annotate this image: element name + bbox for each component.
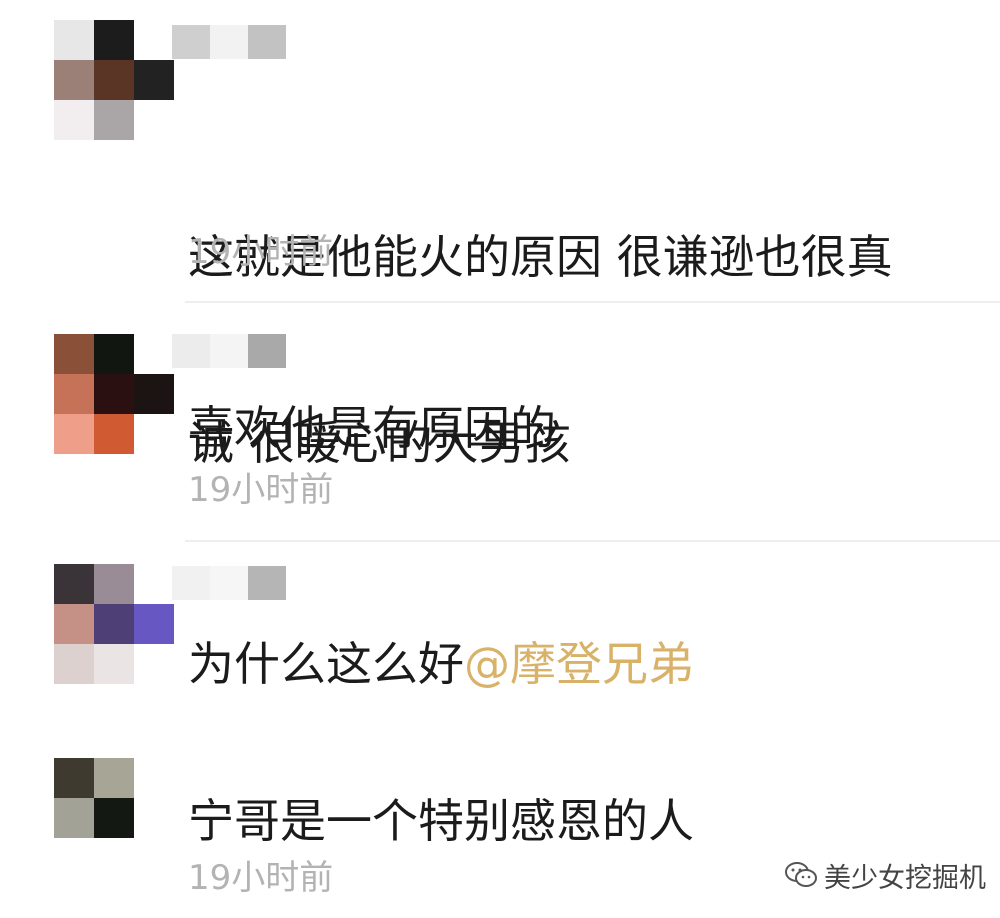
avatar[interactable] [54, 334, 174, 454]
avatar[interactable] [54, 564, 174, 684]
username[interactable] [172, 25, 286, 59]
comment-text: 宁哥是一个特别感恩的人 [188, 794, 694, 848]
divider [185, 540, 1000, 542]
username[interactable] [172, 334, 286, 368]
comment-text-body: 为什么这么好 [188, 637, 464, 691]
watermark: 美少女挖掘机 [784, 857, 986, 894]
comment-text: 为什么这么好@摩登兄弟 [188, 633, 978, 695]
timestamp: 19小时前 [188, 470, 334, 510]
wechat-icon [785, 862, 817, 887]
comment-text: 这就是他能火的原因 很谦逊也很真 诚 很暖心的大男孩 [188, 102, 978, 598]
divider [185, 301, 1000, 303]
avatar[interactable] [54, 758, 174, 878]
timestamp: 19小时前 [188, 858, 334, 898]
timestamp: 19小时前 [188, 232, 334, 272]
username[interactable] [172, 566, 286, 600]
comment-text: 喜欢他是有原因的 [188, 401, 556, 455]
avatar[interactable] [54, 20, 174, 140]
watermark-label: 美少女挖掘机 [824, 862, 986, 894]
mention-link[interactable]: @摩登兄弟 [464, 637, 694, 691]
